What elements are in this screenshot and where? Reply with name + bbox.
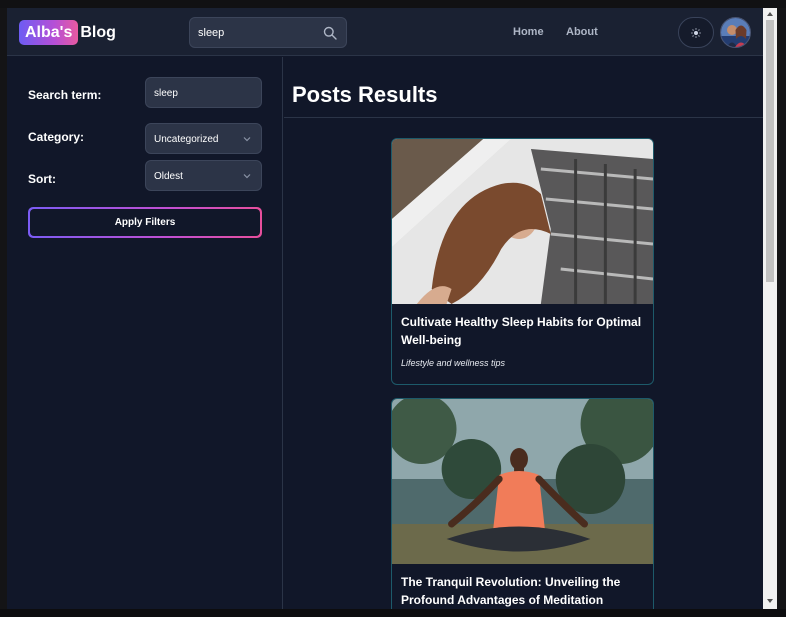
top-navbar: Alba's Blog Home About [7, 8, 763, 56]
browser-frame: Alba's Blog Home About [0, 0, 786, 617]
nav-home-link[interactable]: Home [513, 26, 544, 38]
post-image-sleeping-woman[interactable] [392, 139, 653, 304]
category-label: Category: [28, 130, 85, 144]
search-icon[interactable] [323, 26, 337, 40]
post-card[interactable]: The Tranquil Revolution: Unveiling the P… [391, 398, 654, 609]
nav-about-link[interactable]: About [566, 26, 598, 38]
window-top-strip [0, 0, 786, 8]
apply-filters-label: Apply Filters [30, 209, 260, 236]
theme-toggle-button[interactable] [678, 17, 714, 48]
header-search-box [189, 17, 347, 48]
scroll-down-arrow-icon[interactable] [766, 597, 774, 605]
chevron-down-icon [243, 137, 251, 142]
post-image-meditation[interactable] [392, 399, 653, 564]
filter-sidebar: Search term: sleep Category: Uncategoriz… [7, 57, 283, 609]
sort-value: Oldest [154, 171, 183, 182]
post-title[interactable]: The Tranquil Revolution: Unveiling the P… [392, 564, 653, 609]
user-avatar[interactable] [720, 17, 751, 48]
post-subtitle: Lifestyle and wellness tips [401, 358, 506, 368]
post-title[interactable]: Cultivate Healthy Sleep Habits for Optim… [392, 304, 653, 349]
sun-icon [691, 27, 701, 38]
sort-label: Sort: [28, 172, 56, 186]
page-scrollbar[interactable] [763, 8, 777, 609]
logo-badge: Alba's [19, 20, 79, 45]
post-card[interactable]: Cultivate Healthy Sleep Habits for Optim… [391, 138, 654, 385]
page-title: Posts Results [292, 82, 438, 107]
category-value: Uncategorized [154, 134, 219, 145]
apply-filters-button[interactable]: Apply Filters [28, 207, 262, 238]
results-panel: Posts Results Cultivate Healthy Sleep Ha… [284, 57, 763, 609]
scrollbar-thumb[interactable] [766, 20, 774, 282]
header-search-input[interactable] [190, 26, 318, 39]
title-divider [284, 117, 763, 118]
page-viewport: Alba's Blog Home About [7, 8, 763, 609]
search-term-value: sleep [154, 88, 178, 99]
window-bottom-strip [0, 609, 786, 617]
site-logo[interactable]: Alba's Blog [19, 20, 116, 45]
logo-text: Blog [80, 23, 116, 41]
category-select[interactable]: Uncategorized [145, 123, 262, 154]
chevron-down-icon [243, 174, 251, 179]
search-term-field[interactable]: sleep [145, 77, 262, 108]
scroll-up-arrow-icon[interactable] [766, 10, 774, 18]
search-term-label: Search term: [28, 88, 102, 102]
sort-select[interactable]: Oldest [145, 160, 262, 191]
